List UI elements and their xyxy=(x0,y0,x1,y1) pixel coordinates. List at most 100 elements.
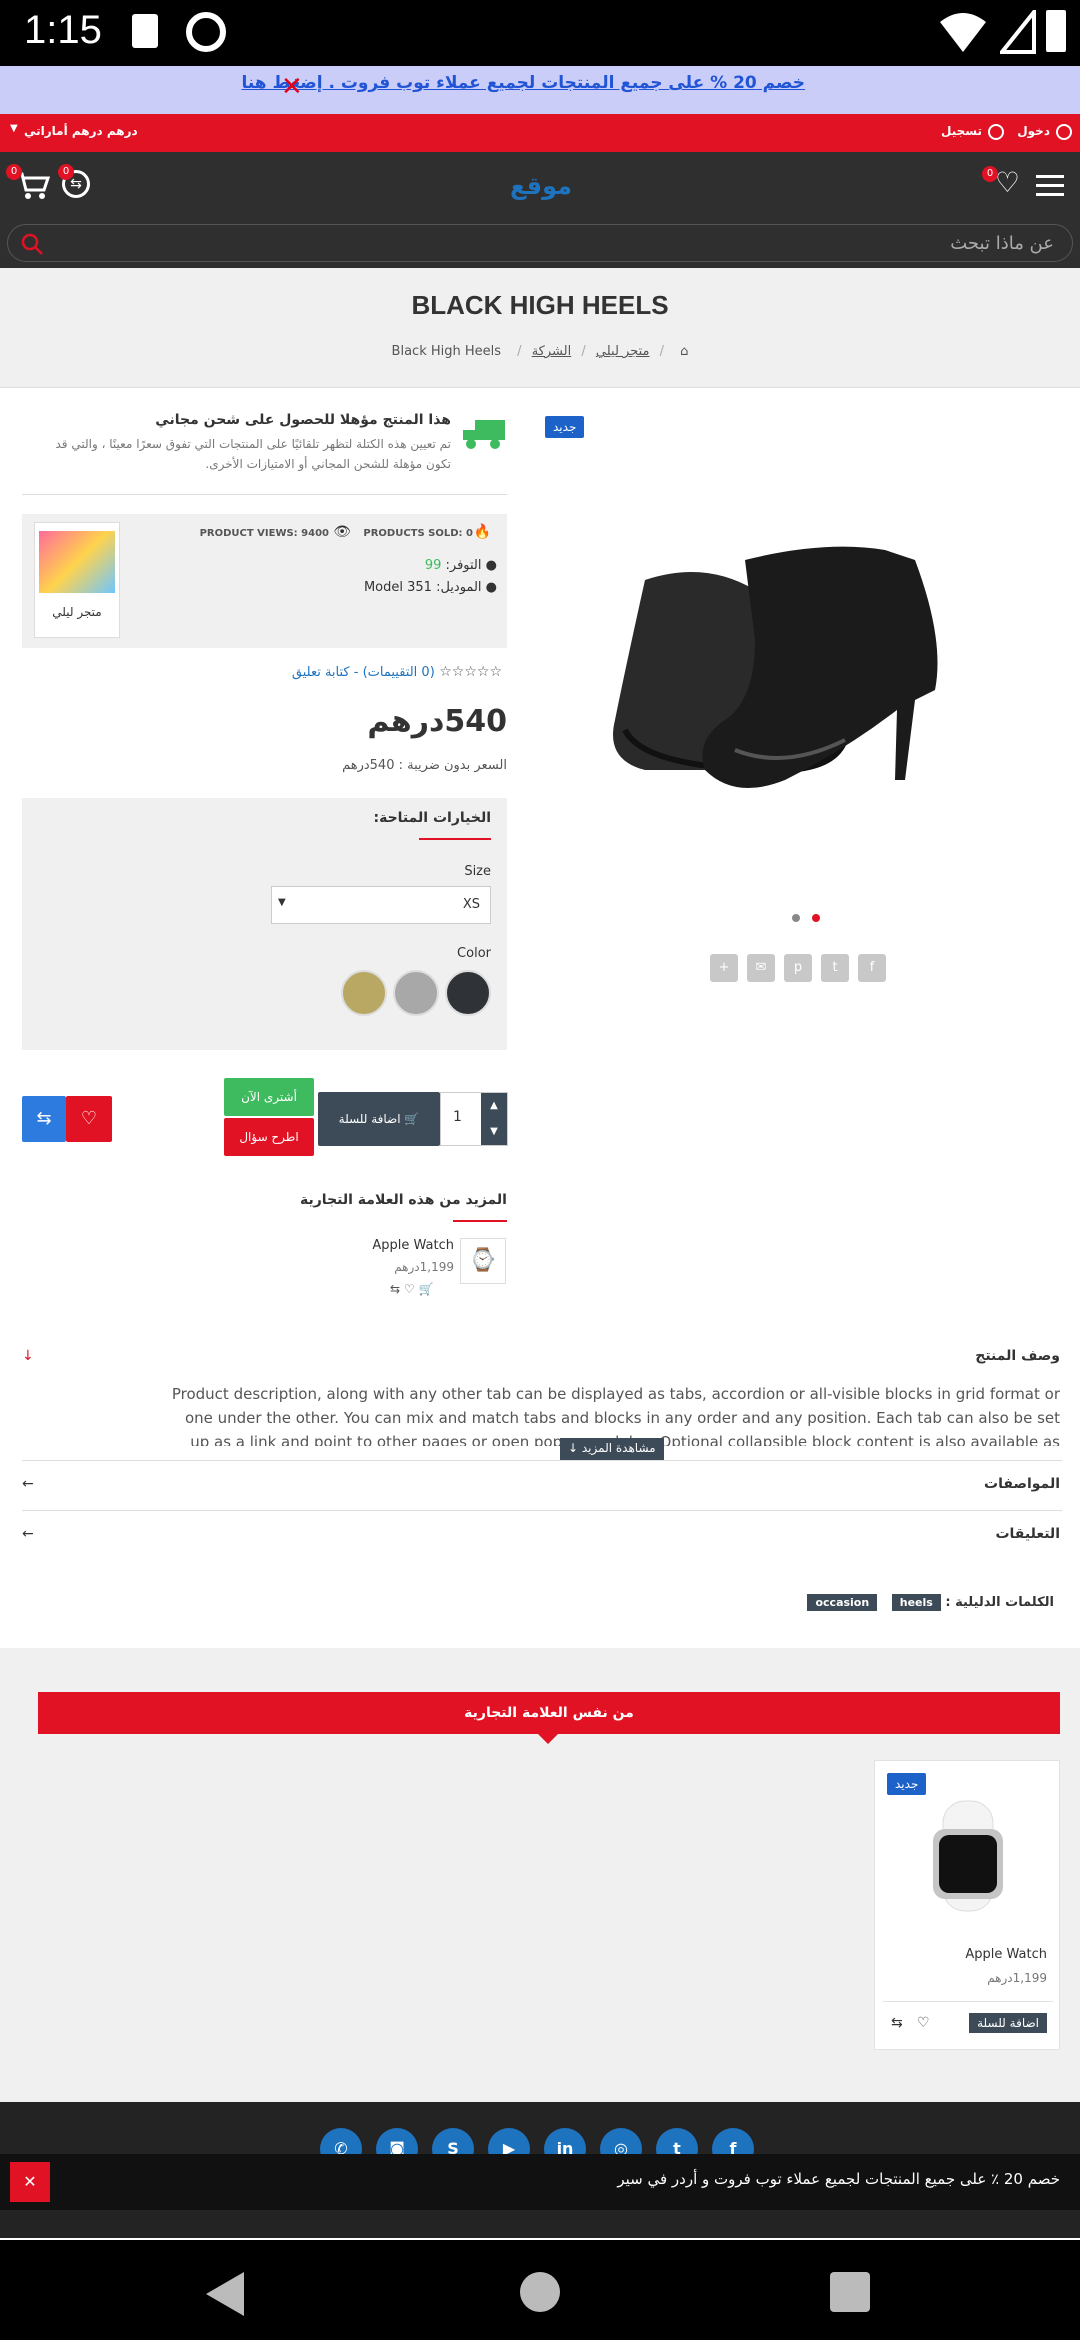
compare-button[interactable]: ⇆ xyxy=(22,1096,66,1142)
search-placeholder: عن ماذا تبحث xyxy=(950,233,1054,254)
close-icon[interactable]: ✕ xyxy=(281,72,303,102)
login-link[interactable]: دخول xyxy=(1017,124,1050,138)
product-views: PRODUCT VIEWS: 9400 xyxy=(199,528,329,539)
quantity-stepper[interactable]: 1 ▲ ▼ xyxy=(440,1092,508,1146)
compare-icon[interactable]: ⇆ xyxy=(891,2015,903,2031)
facebook-share-icon[interactable]: f xyxy=(858,954,886,982)
compare-icon[interactable]: ⇆ xyxy=(390,1282,400,1296)
size-select[interactable]: XS ▼ xyxy=(271,886,491,924)
top-bar: دخول تسجيل ▼ درهم درهم أماراتي xyxy=(0,114,1080,152)
back-icon[interactable] xyxy=(204,2270,246,2318)
availability-row: ● التوفر: 99 xyxy=(424,558,497,573)
related-product-actions: ⇆ ♡ 🛒 xyxy=(390,1282,433,1296)
more-brand-underline xyxy=(453,1220,507,1222)
quantity-up-button[interactable]: ▲ xyxy=(481,1093,507,1119)
card-add-to-cart-button[interactable]: اضافة للسلة xyxy=(969,2013,1047,2033)
breadcrumb-item-store[interactable]: متجر ليلي xyxy=(596,344,650,359)
currency-selector[interactable]: درهم درهم أماراتي xyxy=(24,124,138,138)
same-brand-section: من نفس العلامة التجارية جديد Apple Watch… xyxy=(0,1648,1080,2102)
options-title: الخيارات المتاحة: xyxy=(373,810,491,826)
site-logo[interactable]: موقع xyxy=(510,172,572,200)
description-tab-title[interactable]: وصف المنتج xyxy=(975,1348,1060,1364)
color-swatch-dark[interactable] xyxy=(445,970,491,1016)
currency-dropdown-arrow[interactable]: ▼ xyxy=(10,123,18,134)
product-card-name[interactable]: Apple Watch xyxy=(965,1947,1047,1962)
search-input[interactable]: عن ماذا تبحث xyxy=(7,224,1073,262)
arrow-left-icon[interactable]: ← xyxy=(22,1476,34,1492)
compare-count: 0 xyxy=(58,164,74,180)
shipping-description: تم تعيين هذه الكتلة لتظهر تلقائيًا على ا… xyxy=(55,437,452,471)
related-product-name[interactable]: Apple Watch xyxy=(372,1238,454,1253)
product-options: الخيارات المتاحة: Size XS ▼ Color xyxy=(22,798,507,1050)
quantity-down-button[interactable]: ▼ xyxy=(481,1119,507,1145)
products-sold: PRODUCTS SOLD: 0 xyxy=(363,528,473,539)
specs-tab-title[interactable]: المواصفات xyxy=(984,1476,1060,1492)
truck-icon xyxy=(463,420,505,449)
menu-icon[interactable] xyxy=(1036,175,1064,196)
notification-icon xyxy=(186,12,226,52)
twitter-share-icon[interactable]: t xyxy=(821,954,849,982)
fire-icon: 🔥 xyxy=(473,524,491,540)
product-image[interactable] xyxy=(585,520,1025,820)
ask-question-button[interactable]: اطرح سؤال xyxy=(224,1118,314,1156)
color-swatch-gold[interactable] xyxy=(341,970,387,1016)
same-brand-title: من نفس العلامة التجارية xyxy=(464,1705,634,1721)
add-to-cart-button[interactable]: 🛒 اضافة للسلة xyxy=(318,1092,440,1146)
add-to-cart-label: اضافة للسلة xyxy=(338,1112,401,1126)
register-link[interactable]: تسجيل xyxy=(941,124,982,138)
promo-link[interactable]: خصم 20 % على جميع المنتجات لجميع عملاء ت… xyxy=(241,73,805,93)
bottom-promo-close-button[interactable]: ✕ xyxy=(10,2162,50,2202)
divider xyxy=(22,494,507,495)
product-card-image[interactable] xyxy=(903,1791,1033,1921)
tag-occasion[interactable]: occasion xyxy=(807,1594,878,1611)
tag-heels[interactable]: heels xyxy=(891,1594,941,1611)
arrow-left-icon[interactable]: ← xyxy=(22,1526,34,1542)
product-info-box: 🔥 PRODUCTS SOLD: 0 👁 PRODUCT VIEWS: 9400… xyxy=(22,514,507,648)
description-text: Product description, along with any othe… xyxy=(171,1385,1060,1446)
buy-now-button[interactable]: أشترى الآن xyxy=(224,1078,314,1116)
color-swatch-gray[interactable] xyxy=(393,970,439,1016)
quantity-value[interactable]: 1 xyxy=(453,1109,462,1125)
product-image-gallery[interactable]: جديد xyxy=(545,410,1060,930)
gallery-dot[interactable] xyxy=(792,914,800,922)
page-title: BLACK HIGH HEELS xyxy=(411,290,669,320)
store-card[interactable]: متجر ليلي xyxy=(34,522,120,638)
product-card-price: 1,199درهم xyxy=(987,1971,1047,1985)
model-row: ● الموديل: Model 351 xyxy=(363,580,497,595)
star-rating-icon[interactable]: ☆☆☆☆☆ xyxy=(439,664,502,680)
eye-icon: 👁 xyxy=(333,524,351,540)
related-product-thumb[interactable]: ⌚ xyxy=(460,1238,506,1284)
reviews-link[interactable]: (0 التقييمات) - كتابة تعليق xyxy=(292,665,435,680)
wishlist-icon[interactable]: ♡ xyxy=(995,166,1020,199)
home-button-icon[interactable] xyxy=(520,2272,560,2312)
divider xyxy=(22,1510,1062,1511)
email-share-icon[interactable]: ✉ xyxy=(747,954,775,982)
size-label: Size xyxy=(464,864,491,879)
heart-icon[interactable]: ♡ xyxy=(917,2015,930,2031)
see-more-button[interactable]: ↓ مشاهدة المزيد xyxy=(560,1438,664,1460)
home-icon[interactable]: ⌂ xyxy=(680,344,688,359)
color-label: Color xyxy=(457,946,491,961)
heart-icon[interactable]: ♡ xyxy=(404,1282,415,1296)
comments-tab-title[interactable]: التعليقات xyxy=(995,1526,1060,1542)
recents-icon[interactable] xyxy=(830,2272,870,2312)
cart-icon[interactable]: 🛒 xyxy=(418,1282,433,1296)
same-brand-header: من نفس العلامة التجارية xyxy=(38,1692,1060,1734)
product-price: 540درهم xyxy=(367,704,507,739)
cart-icon: 🛒 xyxy=(400,1112,420,1126)
arrow-down-icon[interactable]: ↓ xyxy=(22,1348,34,1364)
availability-label: التوفر: xyxy=(445,558,482,573)
login-icon xyxy=(1056,124,1072,140)
search-icon[interactable] xyxy=(20,232,44,256)
breadcrumb-item-company[interactable]: الشركة xyxy=(532,344,572,359)
store-name: متجر ليلي xyxy=(52,605,102,619)
site-header: ♡ 0 موقع ⇆ 0 0 xyxy=(0,152,1080,222)
pinterest-share-icon[interactable]: p xyxy=(784,954,812,982)
wishlist-button[interactable]: ♡ xyxy=(66,1096,112,1142)
gallery-dot-active[interactable] xyxy=(812,914,820,922)
bottom-promo-bar: خصم 20 ٪ على جميع المنتجات لجميع عملاء ت… xyxy=(0,2154,1080,2210)
model-label: الموديل: xyxy=(436,580,482,595)
more-share-icon[interactable]: + xyxy=(710,954,738,982)
new-badge: جديد xyxy=(545,416,585,438)
product-card[interactable]: جديد Apple Watch 1,199درهم اضافة للسلة ♡… xyxy=(874,1760,1060,2050)
